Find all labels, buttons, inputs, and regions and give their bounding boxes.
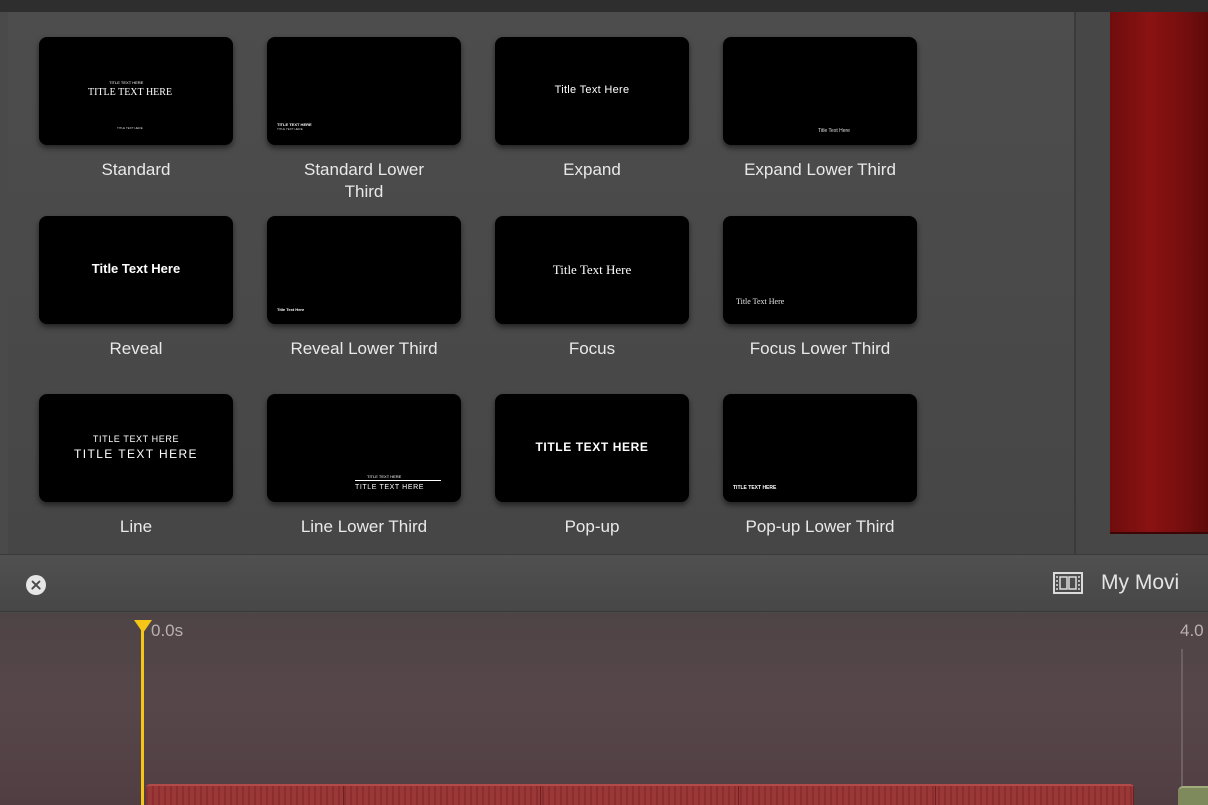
thumb-text: TITLE TEXT HERE: [733, 485, 777, 491]
title-thumbnail-standard-lower-third[interactable]: TITLE TEXT HERE TITLE TEXT HERE: [267, 37, 461, 145]
timecode-end: 4.0: [1180, 621, 1204, 640]
title-label: Expand Lower Third: [744, 160, 896, 179]
thumb-text: Title Text Here: [277, 307, 305, 312]
thumb-rule: [355, 480, 441, 481]
title-thumbnail-pop-up[interactable]: TITLE TEXT HERE: [495, 394, 689, 502]
imovie-window: TITLE TEXT HERE TITLE TEXT HERE TITLE TE…: [0, 0, 1208, 805]
thumb-text: TITLE TEXT HERE: [535, 440, 649, 454]
clip-frame: [344, 786, 542, 805]
thumb-text: Title Text Here: [91, 261, 181, 276]
title-thumbnail-standard[interactable]: TITLE TEXT HERE TITLE TEXT HERE TITLE TE…: [39, 37, 233, 145]
title-label: Line: [119, 517, 153, 536]
title-thumbnail-reveal-lower-third[interactable]: Title Text Here: [267, 216, 461, 324]
thumb-text: TITLE TEXT HERE: [92, 434, 180, 444]
title-label: Focus: [568, 339, 616, 358]
title-thumbnail-line-lower-third[interactable]: TITLE TEXT HERE TITLE TEXT HERE: [267, 394, 461, 502]
playhead-handle-icon[interactable]: [134, 620, 152, 633]
thumb-text: TITLE TEXT HERE: [367, 474, 402, 479]
viewer-panel: [1076, 12, 1208, 554]
viewer-preview: [1110, 12, 1208, 534]
video-clip[interactable]: [146, 784, 1134, 805]
thumb-text: TITLE TEXT HERE: [109, 80, 144, 85]
title-label: Standard Lower Third: [236, 159, 492, 203]
timeline[interactable]: 0.0s 4.0: [0, 613, 1208, 805]
thumb-text: TITLE TEXT HERE: [355, 484, 425, 491]
title-label-text: Standard Lower Third: [303, 160, 425, 201]
close-circle-icon[interactable]: [26, 575, 46, 595]
clip-frame: [541, 786, 739, 805]
thumb-text: TITLE TEXT HERE: [117, 126, 143, 130]
title-thumbnail-pop-up-lower-third[interactable]: TITLE TEXT HERE: [723, 394, 917, 502]
title-label: Line Lower Third: [300, 517, 428, 536]
clip-frame: [146, 786, 344, 805]
playhead[interactable]: [141, 621, 144, 805]
timeline-toolbar: My Movi: [0, 554, 1208, 612]
thumb-text: Title Text Here: [736, 297, 785, 306]
title-browser: TITLE TEXT HERE TITLE TEXT HERE TITLE TE…: [8, 12, 1074, 554]
title-thumbnail-focus-lower-third[interactable]: Title Text Here: [723, 216, 917, 324]
title-label: Standard: [101, 160, 171, 179]
top-edge: [0, 0, 1208, 12]
title-thumbnail-reveal[interactable]: Title Text Here: [39, 216, 233, 324]
title-label: Focus Lower Third: [749, 339, 891, 358]
film-strip-icon[interactable]: [1053, 572, 1083, 594]
thumb-text: TITLE TEXT HERE: [74, 447, 198, 461]
title-label: Pop-up Lower Third: [745, 517, 895, 536]
next-clip[interactable]: [1178, 786, 1208, 805]
title-thumbnail-focus[interactable]: Title Text Here: [495, 216, 689, 324]
title-thumbnail-line[interactable]: TITLE TEXT HERE TITLE TEXT HERE: [39, 394, 233, 502]
project-title[interactable]: My Movi: [1101, 571, 1179, 595]
timeline-marker: [1181, 649, 1183, 789]
thumb-text: Title Text Here: [552, 262, 632, 277]
thumb-text: TITLE TEXT HERE: [88, 87, 173, 98]
clip-frame: [936, 786, 1134, 805]
title-thumbnail-expand-lower-third[interactable]: Title Text Here: [723, 37, 917, 145]
thumb-text: Title Text Here: [818, 128, 850, 134]
title-label: Pop-up: [564, 517, 620, 536]
title-thumbnail-expand[interactable]: Title Text Here: [495, 37, 689, 145]
thumb-text: Title Text Here: [554, 84, 630, 96]
title-label: Reveal: [109, 339, 163, 358]
thumb-text: TITLE TEXT HERE: [277, 127, 303, 131]
title-label: Expand: [563, 160, 621, 179]
timecode-start: 0.0s: [151, 621, 184, 640]
clip-frame: [739, 786, 937, 805]
title-label: Reveal Lower Third: [290, 339, 438, 358]
